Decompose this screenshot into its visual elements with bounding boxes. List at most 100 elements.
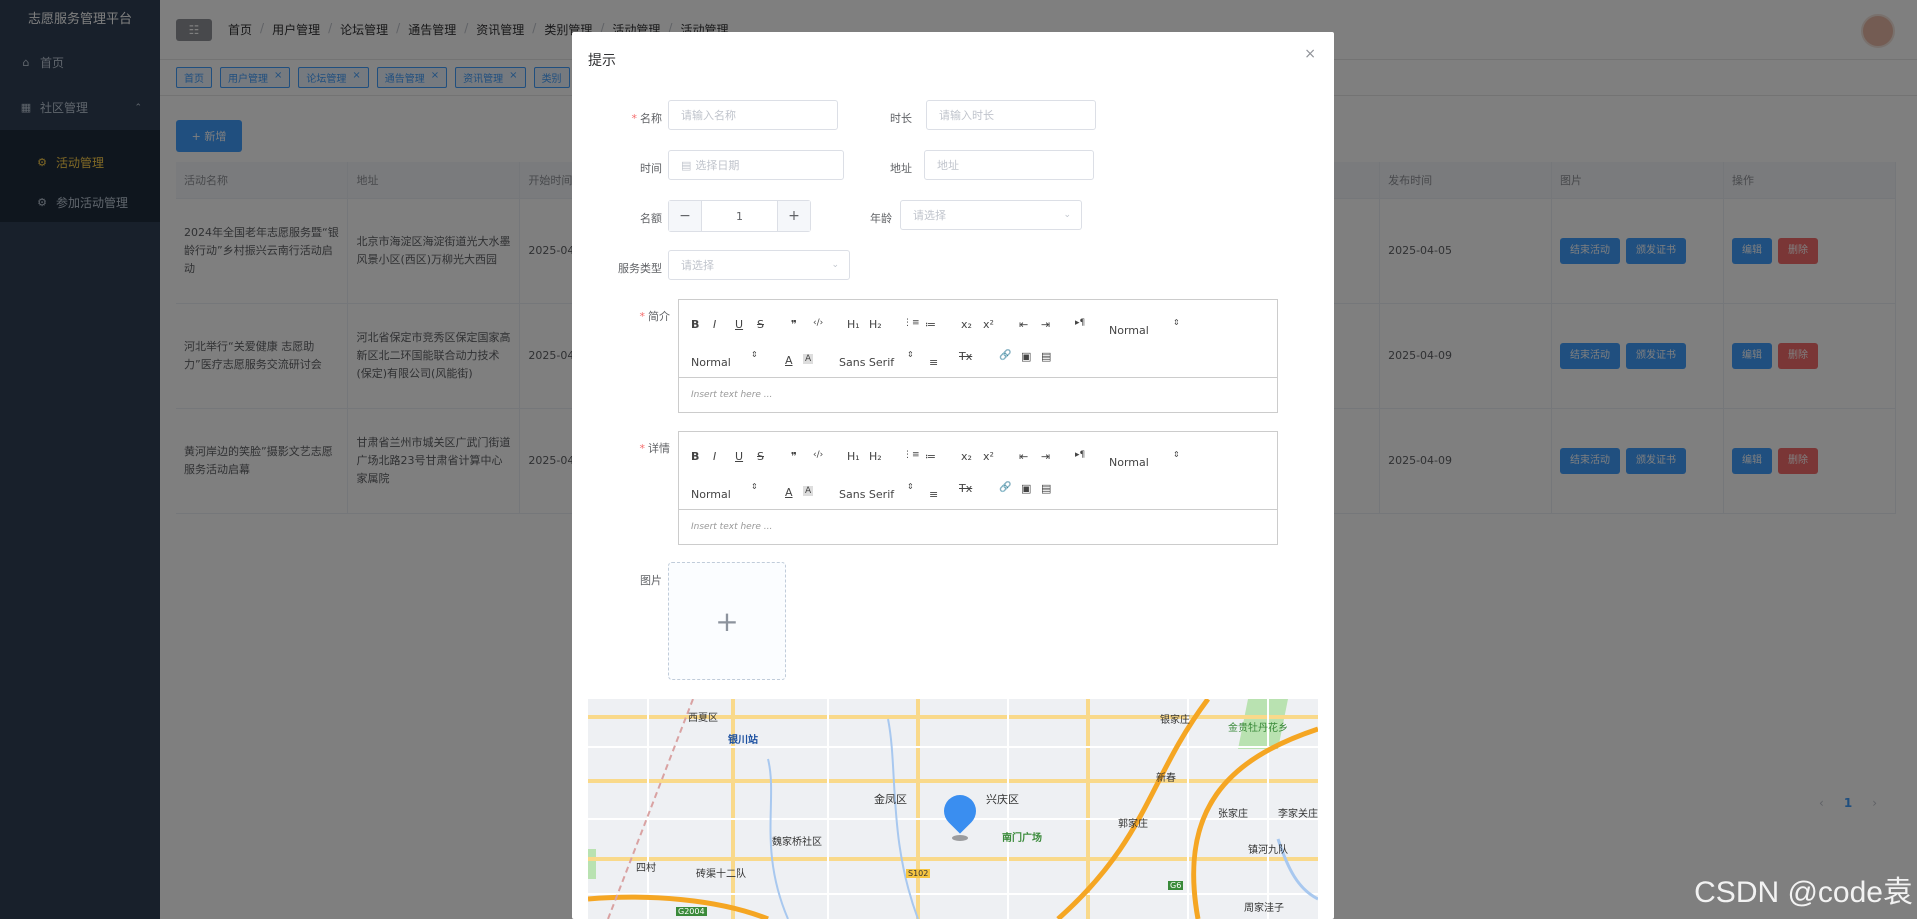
map-label: S102	[906, 869, 931, 878]
watermark: CSDN @code袁	[1694, 876, 1913, 909]
pin-shadow	[952, 835, 968, 841]
superscript-button[interactable]: x²	[983, 450, 994, 463]
age-label: 年龄	[870, 212, 892, 225]
image-label: 图片	[640, 574, 662, 587]
quote-button[interactable]: ❞	[791, 450, 797, 463]
align-button[interactable]: ≡	[929, 356, 938, 369]
map-label: 银川站	[728, 735, 758, 746]
italic-button[interactable]: I	[713, 450, 716, 463]
close-icon[interactable]: ×	[1304, 46, 1316, 62]
detail-editor: B I U S ❞ ‹/› H₁ H₂ ⋮≡ ≔ x₂ x² ⇤ ⇥ ▸¶ No…	[678, 431, 1278, 545]
bold-button[interactable]: B	[691, 318, 699, 331]
duration-input[interactable]: 请输入时长	[926, 100, 1096, 130]
decrease-button[interactable]: −	[669, 201, 701, 231]
address-label: 地址	[890, 162, 912, 175]
h2-button[interactable]: H₂	[869, 318, 882, 331]
service-type-label: 服务类型	[618, 262, 662, 275]
map-label: 金贵牡丹花乡	[1228, 723, 1288, 734]
bg-color-button[interactable]: A	[803, 486, 814, 496]
link-icon[interactable]: 🔗	[999, 482, 1011, 493]
editor-toolbar: B I U S ❞ ‹/› H₁ H₂ ⋮≡ ≔ x₂ x² ⇤ ⇥ ▸¶ No…	[679, 432, 1277, 510]
text-color-button[interactable]: A	[785, 354, 793, 367]
image-upload[interactable]: +	[668, 562, 786, 680]
chevron-updown-icon: ⇕	[907, 482, 914, 491]
chevron-updown-icon: ⇕	[1173, 318, 1180, 327]
name-input[interactable]: 请输入名称	[668, 100, 838, 130]
link-icon[interactable]: 🔗	[999, 350, 1011, 361]
chevron-down-icon: ⌄	[831, 260, 839, 270]
clean-button[interactable]: Tx	[959, 350, 972, 363]
quota-label: 名额	[640, 212, 662, 225]
align-button[interactable]: ≡	[929, 488, 938, 501]
map-label: 银家庄	[1160, 715, 1190, 726]
strike-button[interactable]: S	[757, 318, 764, 331]
map-view[interactable]: 西夏区 银川站 金凤区 兴庆区 南门广场 魏家桥社区 四村 砖渠十二队 郭家庄 …	[588, 699, 1318, 919]
chevron-down-icon: ⌄	[1063, 210, 1071, 220]
map-label: 周家洼子	[1244, 903, 1284, 914]
italic-button[interactable]: I	[713, 318, 716, 331]
bold-button[interactable]: B	[691, 450, 699, 463]
edit-dialog: 提示 × * 名称 请输入名称 时长 请输入时长 时间 ▤ 选择日期 地址 地址 名…	[572, 32, 1334, 919]
bullet-list-button[interactable]: ≔	[925, 450, 936, 463]
h1-button[interactable]: H₁	[847, 450, 860, 463]
map-label: G2004	[676, 907, 707, 916]
date-picker[interactable]: ▤ 选择日期	[668, 150, 844, 180]
header-select[interactable]: Normal	[691, 488, 731, 501]
service-type-select[interactable]: 请选择 ⌄	[668, 250, 850, 280]
image-icon[interactable]: ▣	[1021, 482, 1031, 495]
quote-button[interactable]: ❞	[791, 318, 797, 331]
code-button[interactable]: ‹/›	[813, 318, 823, 328]
intro-editor: B I U S ❞ ‹/› H₁ H₂ ⋮≡ ≔ x₂ x² ⇤ ⇥ ▸¶ No…	[678, 299, 1278, 413]
map-label: 郭家庄	[1118, 819, 1148, 830]
bullet-list-button[interactable]: ≔	[925, 318, 936, 331]
map-label: 砖渠十二队	[696, 869, 746, 880]
header-select[interactable]: Normal	[691, 356, 731, 369]
h1-button[interactable]: H₁	[847, 318, 860, 331]
intro-text-area[interactable]: Insert text here ...	[679, 378, 1277, 412]
quota-stepper: − 1 +	[668, 200, 811, 232]
text-color-button[interactable]: A	[785, 486, 793, 499]
intro-label: * 简介	[639, 310, 671, 323]
map-label: 西夏区	[688, 713, 718, 724]
font-select[interactable]: Sans Serif	[839, 488, 894, 501]
editor-toolbar: B I U S ❞ ‹/› H₁ H₂ ⋮≡ ≔ x₂ x² ⇤ ⇥ ▸¶ No…	[679, 300, 1277, 378]
ordered-list-button[interactable]: ⋮≡	[903, 450, 920, 460]
video-icon[interactable]: ▤	[1041, 482, 1051, 495]
map-label: 兴庆区	[986, 793, 1019, 806]
time-label: 时间	[640, 162, 662, 175]
underline-button[interactable]: U	[735, 318, 743, 331]
font-select[interactable]: Sans Serif	[839, 356, 894, 369]
quota-value[interactable]: 1	[701, 201, 778, 231]
indent-button[interactable]: ⇥	[1041, 318, 1050, 331]
name-label: * 名称	[631, 112, 663, 125]
map-label: 四村	[636, 863, 656, 874]
outdent-button[interactable]: ⇤	[1019, 450, 1028, 463]
map-label: 南门广场	[1002, 833, 1042, 844]
h2-button[interactable]: H₂	[869, 450, 882, 463]
detail-text-area[interactable]: Insert text here ...	[679, 510, 1277, 544]
superscript-button[interactable]: x²	[983, 318, 994, 331]
ordered-list-button[interactable]: ⋮≡	[903, 318, 920, 328]
size-select[interactable]: Normal	[1109, 456, 1149, 469]
bg-color-button[interactable]: A	[803, 354, 814, 364]
increase-button[interactable]: +	[778, 201, 810, 231]
address-input[interactable]: 地址	[924, 150, 1094, 180]
detail-label: * 详情	[639, 442, 671, 455]
direction-button[interactable]: ▸¶	[1075, 318, 1085, 328]
size-select[interactable]: Normal	[1109, 324, 1149, 337]
clean-button[interactable]: Tx	[959, 482, 972, 495]
age-select[interactable]: 请选择 ⌄	[900, 200, 1082, 230]
strike-button[interactable]: S	[757, 450, 764, 463]
direction-button[interactable]: ▸¶	[1075, 450, 1085, 460]
underline-button[interactable]: U	[735, 450, 743, 463]
outdent-button[interactable]: ⇤	[1019, 318, 1028, 331]
video-icon[interactable]: ▤	[1041, 350, 1051, 363]
subscript-button[interactable]: x₂	[961, 450, 972, 463]
map-label: 张家庄	[1218, 809, 1248, 820]
indent-button[interactable]: ⇥	[1041, 450, 1050, 463]
map-label: 李家关庄	[1278, 809, 1318, 820]
map-label: 镇河九队	[1248, 845, 1288, 856]
code-button[interactable]: ‹/›	[813, 450, 823, 460]
image-icon[interactable]: ▣	[1021, 350, 1031, 363]
subscript-button[interactable]: x₂	[961, 318, 972, 331]
